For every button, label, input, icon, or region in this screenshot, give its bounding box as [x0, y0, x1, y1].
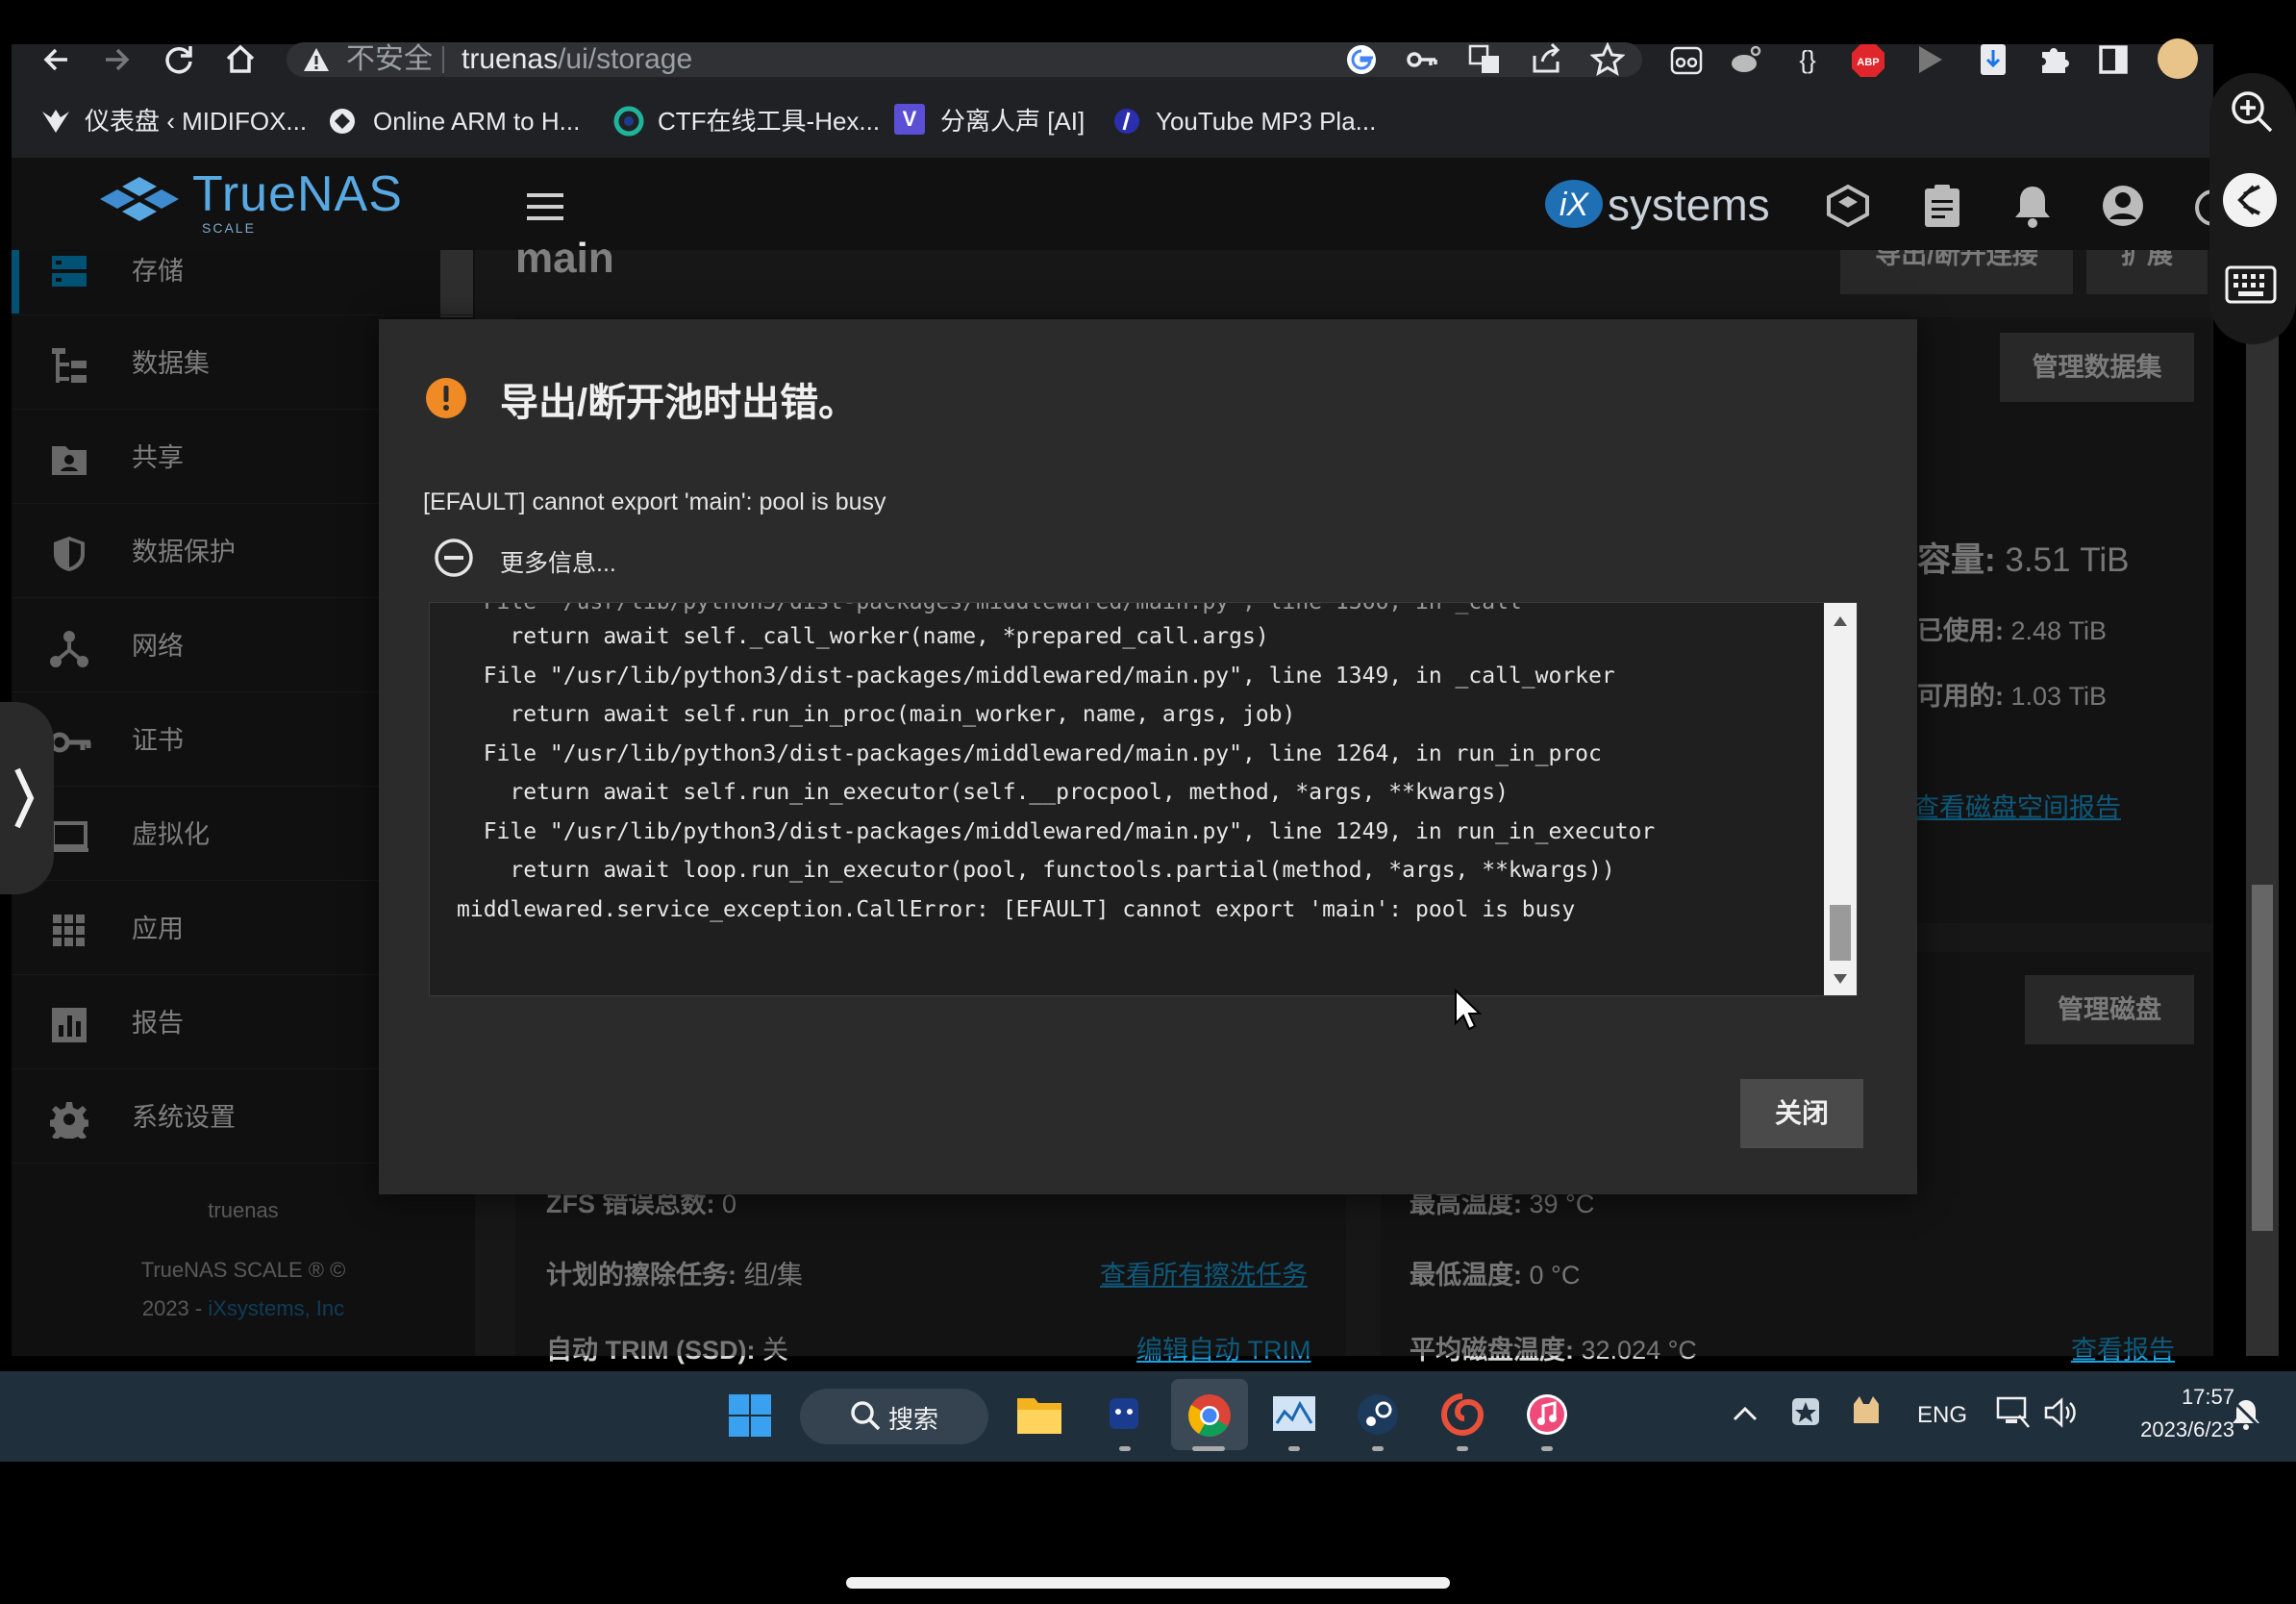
extension-weibo-icon[interactable] [1729, 42, 1763, 77]
home-indicator[interactable] [846, 1577, 1450, 1589]
taskbar-monitor-app-icon[interactable] [1271, 1394, 1317, 1435]
hamburger-menu-icon[interactable] [525, 190, 567, 223]
trace-line: middlewared.service_exception.CallError:… [457, 897, 1576, 922]
scroll-up-arrow-icon[interactable] [1834, 616, 1847, 626]
windows-start-icon[interactable] [727, 1392, 773, 1439]
mouse-cursor-icon [1454, 989, 1483, 1031]
error-warning-icon [425, 377, 467, 419]
bookmark-ctf-icon[interactable] [613, 106, 644, 137]
account-icon[interactable] [2100, 183, 2146, 229]
extension-glasses-icon[interactable] [1669, 42, 1704, 77]
error-dialog: 导出/断开池时出错。 [EFAULT] cannot export 'main'… [379, 319, 1917, 1194]
extension-json-icon[interactable]: {} [1790, 42, 1825, 77]
traceback-scrollbar-thumb[interactable] [1830, 905, 1851, 961]
trace-line: return await self.run_in_executor(self._… [457, 780, 1509, 805]
trace-line: return await self._call_worker(name, *pr… [457, 624, 1269, 649]
trace-line: return await self.run_in_proc(main_worke… [457, 702, 1296, 727]
bookmark-vocal[interactable]: 分离人声 [AI] [940, 104, 1085, 138]
search-icon [850, 1400, 881, 1431]
tray-cat-icon[interactable] [1850, 1394, 1883, 1427]
security-label[interactable]: 不安全 [346, 42, 433, 77]
omnibox-divider [442, 46, 444, 73]
bookmark-midifox[interactable]: 仪表盘 ‹ MIDIFOX... [85, 104, 307, 138]
keyboard-icon[interactable] [2225, 265, 2277, 304]
back-icon[interactable] [38, 42, 73, 77]
bookmark-youtube-mp3-icon[interactable] [1111, 106, 1142, 137]
home-icon[interactable] [223, 42, 258, 77]
svg-text:ABP: ABP [1857, 57, 1879, 68]
close-button[interactable]: 关闭 [1740, 1079, 1863, 1148]
taskbar-swirl-app-icon[interactable] [1440, 1392, 1485, 1437]
collapse-minus-icon[interactable] [433, 537, 475, 579]
itunes-icon[interactable] [1525, 1392, 1569, 1437]
dialog-title: 导出/断开池时出错。 [500, 382, 858, 424]
tray-app-icon[interactable] [1790, 1396, 1821, 1427]
volume-icon[interactable] [2044, 1396, 2079, 1429]
ix-systems-logo-text: systems [1608, 180, 1770, 230]
tray-overflow-chevron-icon[interactable] [1731, 1402, 1759, 1425]
taskbar-app-cat-icon[interactable] [1104, 1392, 1144, 1433]
profile-avatar[interactable] [2158, 38, 2198, 79]
translate-icon[interactable] [1467, 42, 1502, 77]
bookmark-youtube-mp3[interactable]: YouTube MP3 Pla... [1156, 104, 1376, 138]
bookmark-arm[interactable]: Online ARM to H... [373, 104, 580, 138]
trace-line: return await loop.run_in_executor(pool, … [457, 858, 1615, 883]
bookmark-arm-icon[interactable] [327, 106, 358, 137]
app-running-indicator [1119, 1446, 1131, 1451]
app-active-indicator [1192, 1446, 1225, 1451]
scroll-down-arrow-icon[interactable] [1834, 974, 1847, 984]
url-path: /ui/storage [558, 43, 693, 75]
app-running-indicator [1372, 1446, 1384, 1451]
extension-play-icon[interactable] [1915, 44, 1944, 75]
bookmark-star-icon[interactable] [1590, 42, 1625, 77]
reload-icon[interactable] [162, 42, 196, 77]
input-language[interactable]: ENG [1917, 1402, 1967, 1429]
bookmark-ctf[interactable]: CTF在线工具-Hex... [658, 104, 880, 138]
key-icon[interactable] [1406, 44, 1438, 75]
truenas-logo-icon[interactable] [96, 173, 183, 231]
app-running-indicator [1541, 1446, 1553, 1451]
screen: 不安全 truenas/ui/storage {} ABP 仪表盘 ‹ MIDI… [0, 0, 2296, 1604]
taskbar-time[interactable]: 17:57 [2100, 1385, 2234, 1410]
clipboard-icon[interactable] [1921, 183, 1963, 229]
remote-control-icon[interactable] [2223, 173, 2277, 227]
svg-text:iX: iX [1560, 187, 1590, 223]
app-running-indicator [1457, 1446, 1468, 1451]
trace-line: File "/usr/lib/python3/dist-packages/mid… [457, 741, 1602, 766]
adblock-icon[interactable]: ABP [1850, 42, 1886, 79]
traceback-box[interactable]: File "/usr/lib/python3/dist-packages/mid… [429, 602, 1858, 996]
share-page-icon[interactable] [1529, 42, 1563, 77]
traceback-scrollbar[interactable] [1824, 603, 1857, 995]
url-host: truenas [462, 43, 559, 75]
warning-triangle-icon[interactable] [302, 45, 331, 74]
bookmark-midifox-icon[interactable] [40, 106, 71, 137]
dialog-message: [EFAULT] cannot export 'main': pool is b… [423, 489, 886, 515]
extensions-puzzle-icon[interactable] [2036, 42, 2071, 77]
bookmark-vocal-icon[interactable]: V [894, 104, 925, 135]
bell-icon[interactable] [2011, 183, 2054, 229]
steam-icon[interactable] [1356, 1392, 1400, 1437]
ix-logo-icon[interactable]: iX [1542, 177, 1606, 231]
network-status-icon[interactable] [1996, 1396, 2031, 1429]
taskbar-date[interactable]: 2023/6/23 [2100, 1417, 2234, 1442]
extension-download-icon[interactable] [1977, 42, 2009, 77]
more-info-toggle[interactable]: 更多信息... [500, 544, 616, 579]
chrome-icon[interactable] [1186, 1392, 1233, 1439]
zoom-in-icon[interactable] [2229, 88, 2275, 135]
truecommand-icon[interactable] [1825, 183, 1871, 229]
file-explorer-icon[interactable] [1015, 1392, 1063, 1437]
truenas-logo-text: TrueNAS [192, 166, 403, 222]
google-icon[interactable] [1344, 42, 1379, 77]
app-running-indicator [1288, 1446, 1300, 1451]
url-text[interactable]: truenas/ui/storage [462, 42, 692, 77]
taskbar-search-label: 搜索 [888, 1405, 939, 1434]
page-scrollbar-thumb[interactable] [2252, 885, 2273, 1231]
side-panel-icon[interactable] [2098, 44, 2129, 75]
forward-icon[interactable] [100, 42, 135, 77]
trace-line: File "/usr/lib/python3/dist-packages/mid… [457, 819, 1656, 844]
notification-bell-icon[interactable] [2229, 1396, 2263, 1431]
trace-line: File "/usr/lib/python3/dist-packages/mid… [457, 664, 1615, 689]
edge-drawer-handle[interactable] [0, 702, 54, 894]
trace-line: File "/usr/lib/python3/dist-packages/mid… [457, 602, 1522, 614]
